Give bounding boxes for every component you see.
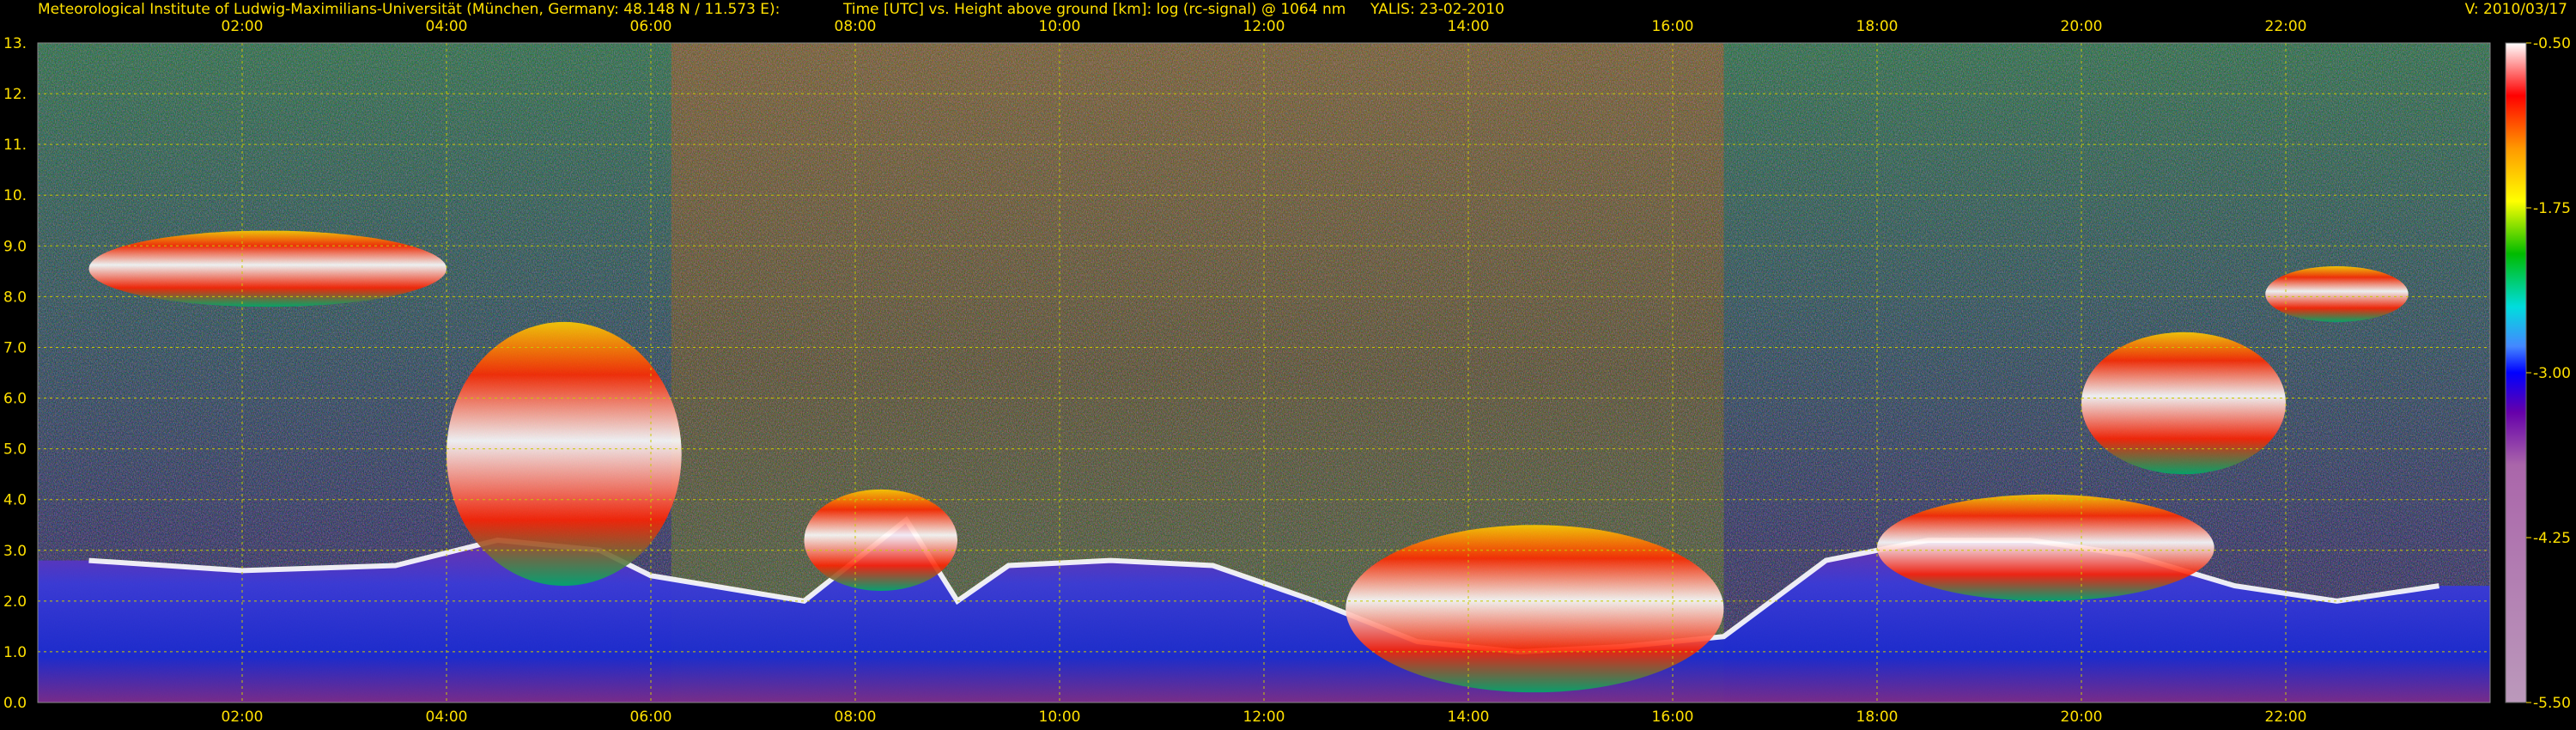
x-tick-label-top: 20:00 xyxy=(2061,18,2103,35)
y-tick-label: 3.0 xyxy=(3,543,27,560)
y-tick-label: 13. xyxy=(3,35,27,52)
x-tick-label-top: 22:00 xyxy=(2265,18,2307,35)
y-tick-label: 10. xyxy=(3,187,27,204)
x-tick-label-top: 08:00 xyxy=(835,18,877,35)
x-tick-label-top: 06:00 xyxy=(630,18,672,35)
y-tick-label: 0.0 xyxy=(3,695,27,712)
x-tick-label-top: 14:00 xyxy=(1448,18,1490,35)
x-tick-label-bottom: 20:00 xyxy=(2061,709,2103,726)
colorbar-label: -1.75 xyxy=(2533,200,2571,217)
cloud-layer-3 xyxy=(804,489,957,592)
x-tick-label-bottom: 06:00 xyxy=(630,709,672,726)
x-tick-label-top: 16:00 xyxy=(1652,18,1694,35)
colorbar-label: -4.25 xyxy=(2533,530,2571,547)
x-tick-label-bottom: 14:00 xyxy=(1448,709,1490,726)
x-tick-label-top: 04:00 xyxy=(426,18,468,35)
colorbar-label: -3.00 xyxy=(2533,365,2571,382)
x-tick-label-bottom: 04:00 xyxy=(426,709,468,726)
cloud-layer-6 xyxy=(2081,332,2286,475)
x-tick-label-bottom: 16:00 xyxy=(1652,709,1694,726)
y-tick-label: 1.0 xyxy=(3,644,27,661)
x-tick-label-bottom: 18:00 xyxy=(1856,709,1899,726)
y-tick-label: 6.0 xyxy=(3,391,27,408)
lidar-chart: 02:00 02:00 04:00 04:00 06:00 06:00 08:00 08:00… xyxy=(3,18,2571,726)
x-tick-label-bottom: 22:00 xyxy=(2265,709,2307,726)
x-tick-label-top: 12:00 xyxy=(1243,18,1285,35)
y-tick-label: 5.0 xyxy=(3,441,27,459)
x-tick-label-top: 02:00 xyxy=(222,18,264,35)
y-tick-label: 9.0 xyxy=(3,238,27,255)
colorbar-label: -5.50 xyxy=(2533,695,2571,712)
cloud-layer-7 xyxy=(2265,265,2409,322)
x-tick-label-bottom: 10:00 xyxy=(1039,709,1081,726)
y-tick-label: 4.0 xyxy=(3,492,27,509)
x-tick-label-bottom: 08:00 xyxy=(835,709,877,726)
y-tick-label: 8.0 xyxy=(3,289,27,306)
x-tick-label-top: 10:00 xyxy=(1039,18,1081,35)
x-tick-label-bottom: 12:00 xyxy=(1243,709,1285,726)
x-tick-label-top: 18:00 xyxy=(1856,18,1899,35)
y-tick-label: 2.0 xyxy=(3,593,27,611)
cloud-layer-2 xyxy=(447,321,682,587)
colorbar-scale xyxy=(2505,42,2527,703)
cloud-layer-1 xyxy=(88,230,447,307)
x-tick-label-bottom: 02:00 xyxy=(222,709,264,726)
y-tick-label: 7.0 xyxy=(3,339,27,356)
y-tick-label: 11. xyxy=(3,137,27,154)
cloud-layer-5 xyxy=(1877,494,2215,601)
y-tick-label: 12. xyxy=(3,86,27,103)
colorbar: -0.50 -1.75 -3.00 -4.25 -5.50 xyxy=(2505,35,2571,712)
colorbar-label: -0.50 xyxy=(2533,35,2571,52)
